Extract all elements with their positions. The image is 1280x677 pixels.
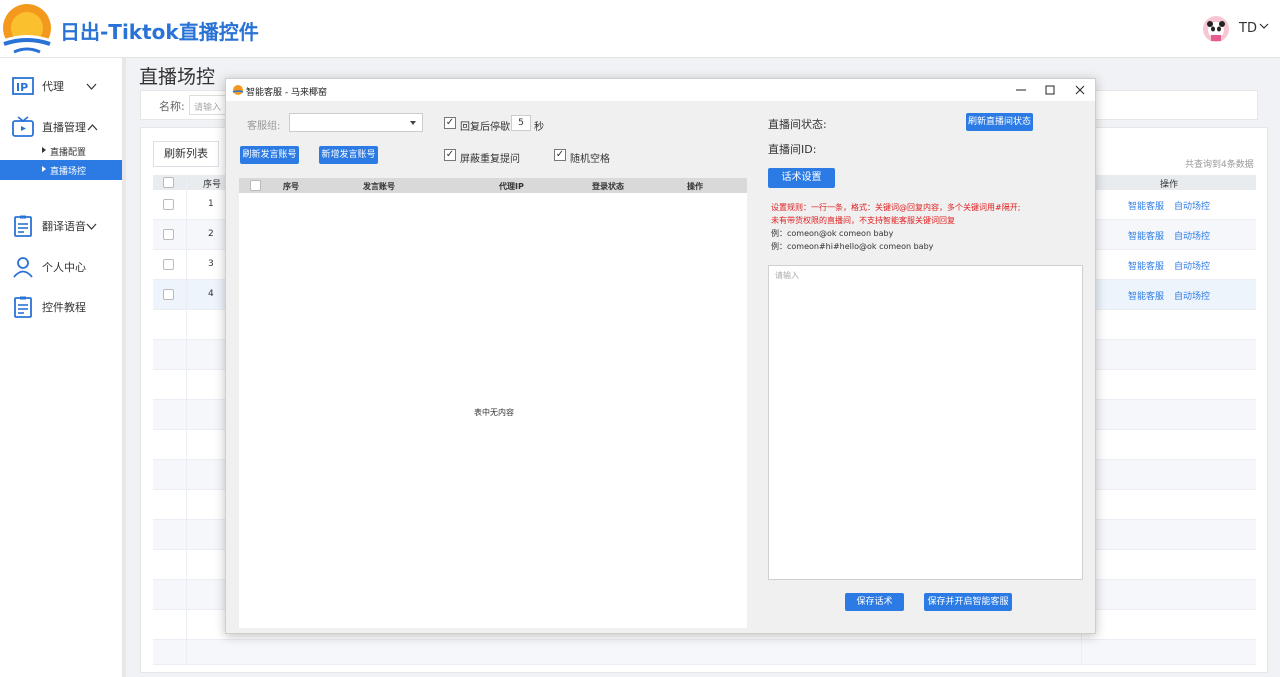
- page-title: 直播场控: [139, 66, 216, 88]
- example-text: 例：comeon@ok comeon baby: [771, 229, 894, 238]
- sidebar-item-live-management[interactable]: 直播管理: [0, 109, 122, 145]
- sidebar-subitem-label: 直播配置: [50, 148, 87, 158]
- smart-service-link[interactable]: 智能客服: [1128, 289, 1164, 302]
- header-operation: 操作: [687, 182, 703, 191]
- refresh-list-button[interactable]: 刷新列表: [153, 141, 219, 167]
- svg-text:IP: IP: [16, 81, 28, 94]
- dialog-title: 智能客服 - 马来椰窑: [246, 88, 327, 98]
- sidebar-item-label: 个人中心: [42, 261, 86, 274]
- accounts-table-header: 序号 发言账号 代理IP 登录状态 操作: [239, 178, 747, 193]
- app-header: 日出-Tiktok直播控件 TD: [0, 0, 1280, 58]
- smart-service-link[interactable]: 智能客服: [1128, 259, 1164, 272]
- save-and-start-button[interactable]: 保存并开启智能客服: [924, 593, 1012, 611]
- sidebar-subitem-live-config[interactable]: 直播配置: [0, 141, 122, 161]
- header-proxy-ip: 代理IP: [499, 182, 524, 191]
- caret-right-icon: [42, 147, 46, 153]
- header-login-status: 登录状态: [592, 182, 624, 191]
- row-checkbox[interactable]: [163, 259, 174, 270]
- example-text: 例：comeon#hi#hello@ok comeon baby: [771, 242, 934, 251]
- stop-after-reply-label: 回复后停歇: [460, 122, 510, 133]
- person-icon: [13, 257, 33, 278]
- chevron-down-icon[interactable]: [1259, 21, 1269, 31]
- header-ops: 操作: [1160, 180, 1179, 190]
- refresh-accounts-button[interactable]: 刷新发言账号: [240, 146, 299, 164]
- caret-right-icon: [42, 166, 46, 172]
- refresh-live-status-button[interactable]: 刷新直播间状态: [966, 113, 1033, 131]
- sidebar-item-label: 代理: [42, 80, 64, 93]
- stop-seconds-input[interactable]: 5: [511, 115, 531, 131]
- filter-label: 名称:: [159, 100, 185, 113]
- maximize-icon[interactable]: [1035, 81, 1065, 99]
- total-count-text: 共查询到4条数据: [1185, 160, 1254, 170]
- block-repeat-label: 屏蔽重复提问: [460, 154, 520, 165]
- textarea-placeholder: 请输入: [775, 271, 799, 280]
- header-account: 发言账号: [363, 182, 395, 191]
- random-space-checkbox[interactable]: ✓: [554, 149, 566, 161]
- minimize-icon[interactable]: [1006, 81, 1036, 99]
- dialog-titlebar: 智能客服 - 马来椰窑: [226, 79, 1095, 101]
- caret-down-icon: [410, 121, 416, 125]
- sidebar-item-personal-center[interactable]: 个人中心: [0, 249, 122, 285]
- document-icon: [14, 215, 32, 237]
- sidebar: IP 代理 直播管理 直播配置 直播场控 翻译语音 个人中心 控件教程: [0, 58, 123, 677]
- chevron-down-icon: [86, 223, 97, 230]
- sidebar-item-tutorial[interactable]: 控件教程: [0, 289, 122, 325]
- chevron-up-icon: [87, 124, 98, 131]
- tv-icon: [12, 116, 34, 137]
- save-script-button[interactable]: 保存话术: [845, 593, 904, 611]
- ip-icon: IP: [12, 77, 34, 95]
- empty-table-text: 表中无内容: [474, 408, 514, 417]
- header-seq: 序号: [283, 182, 299, 191]
- live-status-label: 直播间状态:: [768, 118, 827, 131]
- row-seq: 3: [208, 259, 214, 269]
- auto-control-link[interactable]: 自动场控: [1174, 199, 1210, 212]
- script-textarea[interactable]: 请输入: [768, 265, 1083, 580]
- close-icon[interactable]: [1065, 81, 1095, 99]
- sidebar-item-label: 直播管理: [42, 121, 86, 134]
- user-name[interactable]: TD: [1239, 21, 1257, 36]
- chevron-down-icon: [86, 83, 97, 90]
- table-row-empty: [153, 640, 1256, 665]
- sidebar-item-translate-voice[interactable]: 翻译语音: [0, 208, 122, 244]
- sidebar-item-label: 控件教程: [42, 301, 86, 314]
- smart-service-link[interactable]: 智能客服: [1128, 229, 1164, 242]
- row-checkbox[interactable]: [163, 229, 174, 240]
- script-settings-button[interactable]: 话术设置: [768, 168, 835, 188]
- auto-control-link[interactable]: 自动场控: [1174, 289, 1210, 302]
- random-space-label: 随机空格: [570, 154, 610, 165]
- header-seq: 序号: [203, 180, 222, 190]
- sidebar-item-label: 翻译语音: [42, 220, 86, 233]
- smart-service-link[interactable]: 智能客服: [1128, 199, 1164, 212]
- select-all-checkbox[interactable]: [163, 177, 174, 188]
- row-seq: 2: [208, 229, 214, 239]
- auto-control-link[interactable]: 自动场控: [1174, 229, 1210, 242]
- smart-service-dialog: 智能客服 - 马来椰窑 客服组: ✓ 回复后停歇 5 秒 刷新发言账号 新增发言…: [225, 78, 1096, 634]
- sidebar-subitem-live-control[interactable]: 直播场控: [0, 160, 122, 180]
- row-checkbox[interactable]: [163, 289, 174, 300]
- add-account-button[interactable]: 新增发言账号: [319, 146, 378, 164]
- sunrise-logo-icon: [2, 4, 52, 56]
- service-group-select[interactable]: [289, 113, 423, 132]
- select-all-checkbox[interactable]: [250, 180, 261, 191]
- avatar[interactable]: [1203, 16, 1229, 42]
- stop-after-reply-checkbox[interactable]: ✓: [444, 117, 456, 129]
- live-id-label: 直播间ID:: [768, 143, 817, 156]
- accounts-table: 序号 发言账号 代理IP 登录状态 操作 表中无内容: [239, 178, 747, 628]
- sunrise-logo-icon: [232, 85, 244, 95]
- seconds-unit: 秒: [534, 122, 544, 133]
- row-checkbox[interactable]: [163, 199, 174, 210]
- sidebar-subitem-label: 直播场控: [50, 167, 87, 177]
- sidebar-item-proxy[interactable]: IP 代理: [0, 68, 122, 104]
- rule-text: 设置规则：一行一条，格式：关键词@回复内容，多个关键词用#隔开;: [771, 203, 1021, 212]
- block-repeat-checkbox[interactable]: ✓: [444, 149, 456, 161]
- app-title: 日出-Tiktok直播控件: [60, 20, 259, 44]
- panda-avatar-icon: [1207, 21, 1225, 41]
- rule-warning-text: 未有带货权限的直播间，不支持智能客服关键词回复: [771, 216, 955, 225]
- row-seq: 1: [208, 199, 214, 209]
- row-seq: 4: [208, 289, 214, 299]
- service-group-label: 客服组:: [247, 121, 281, 132]
- column-divider: [186, 175, 187, 665]
- document-icon: [14, 296, 32, 318]
- auto-control-link[interactable]: 自动场控: [1174, 259, 1210, 272]
